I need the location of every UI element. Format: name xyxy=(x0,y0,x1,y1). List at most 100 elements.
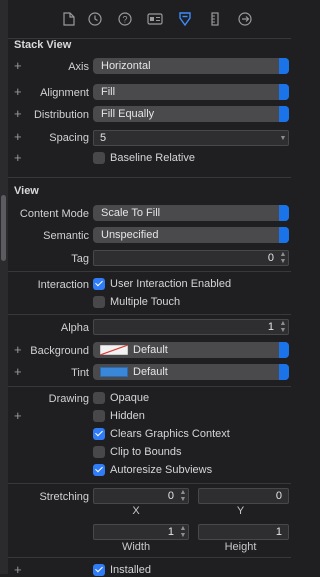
opaque-checkbox[interactable] xyxy=(93,392,105,404)
hidden-label: Hidden xyxy=(110,410,145,422)
spacing-value: 5 xyxy=(100,132,107,144)
axis-label: Axis xyxy=(68,61,89,73)
stepper-icon[interactable]: ▲ ▼ xyxy=(278,320,288,334)
history-icon[interactable] xyxy=(86,10,104,28)
stretching-x-value: 0 xyxy=(167,490,174,502)
tint-value: Default xyxy=(133,366,168,378)
stretching-y-field[interactable]: 0 xyxy=(198,488,289,504)
chevron-updown-icon xyxy=(279,58,289,74)
drawing-label: Drawing xyxy=(48,393,89,405)
semantic-label: Semantic xyxy=(43,230,89,242)
spacing-plus-button[interactable]: + xyxy=(14,130,22,143)
alignment-label: Alignment xyxy=(40,87,89,99)
stepper-icon[interactable]: ▲ ▼ xyxy=(178,489,188,503)
distribution-label: Distribution xyxy=(33,109,89,121)
installed-plus-button[interactable]: + xyxy=(14,563,22,576)
alignment-value: Fill xyxy=(101,86,116,98)
hidden-checkbox[interactable] xyxy=(93,410,105,422)
background-value: Default xyxy=(133,344,168,356)
chevron-updown-icon xyxy=(279,84,289,100)
connections-icon[interactable] xyxy=(236,10,254,28)
autoresize-label: Autoresize Subviews xyxy=(110,464,213,476)
tint-color-swatch xyxy=(100,367,128,377)
clears-graphics-label: Clears Graphics Context xyxy=(110,428,230,440)
spacing-combo[interactable]: 5 ▼ xyxy=(93,130,289,146)
multiple-touch-label: Multiple Touch xyxy=(110,296,181,308)
file-icon[interactable] xyxy=(60,10,78,28)
x-caption: X xyxy=(132,505,140,517)
drawing-plus-button[interactable]: + xyxy=(14,409,22,422)
tint-plus-button[interactable]: + xyxy=(14,365,22,378)
distribution-value: Fill Equally xyxy=(101,108,155,120)
stretching-width-field[interactable]: 1 ▲ ▼ xyxy=(93,524,189,540)
chevron-updown-icon xyxy=(279,205,289,221)
left-scrollbar[interactable] xyxy=(0,0,8,574)
distribution-popup[interactable]: Fill Equally xyxy=(93,106,289,122)
tag-label: Tag xyxy=(71,253,89,265)
content-mode-label: Content Mode xyxy=(19,208,89,220)
axis-popup[interactable]: Horizontal xyxy=(93,58,289,74)
axis-value: Horizontal xyxy=(101,60,151,72)
stepper-icon[interactable]: ▲ ▼ xyxy=(278,251,288,265)
divider xyxy=(8,271,291,272)
chevron-updown-icon xyxy=(279,106,289,122)
stretching-height-field[interactable]: 1 xyxy=(198,524,289,540)
view-section-title: View xyxy=(14,185,39,197)
axis-plus-button[interactable]: + xyxy=(14,59,22,72)
tint-label: Tint xyxy=(71,367,89,379)
divider xyxy=(8,557,291,558)
divider xyxy=(8,177,291,178)
interaction-label: Interaction xyxy=(37,279,89,291)
distribution-plus-button[interactable]: + xyxy=(14,107,22,120)
attributes-icon[interactable] xyxy=(176,10,194,28)
content-mode-value: Scale To Fill xyxy=(101,207,161,219)
background-plus-button[interactable]: + xyxy=(14,343,22,356)
installed-checkbox[interactable] xyxy=(93,564,105,576)
clears-graphics-checkbox[interactable] xyxy=(93,428,105,440)
divider xyxy=(8,314,291,315)
identity-icon[interactable] xyxy=(146,10,164,28)
width-caption: Width xyxy=(121,541,151,553)
user-interaction-checkbox[interactable] xyxy=(93,278,105,290)
baseline-relative-label: Baseline Relative xyxy=(110,152,195,164)
alignment-popup[interactable]: Fill xyxy=(93,84,289,100)
user-interaction-label: User Interaction Enabled xyxy=(110,278,232,290)
divider xyxy=(8,483,291,484)
stack-view-section-title: Stack View xyxy=(14,39,72,51)
alignment-plus-button[interactable]: + xyxy=(14,85,22,98)
y-caption: Y xyxy=(236,505,245,517)
height-caption: Height xyxy=(224,541,257,553)
alpha-label: Alpha xyxy=(60,322,89,334)
baseline-relative-checkbox[interactable] xyxy=(93,152,105,164)
stretching-label: Stretching xyxy=(39,491,89,503)
opaque-label: Opaque xyxy=(110,392,150,404)
autoresize-checkbox[interactable] xyxy=(93,464,105,476)
divider xyxy=(8,386,291,387)
semantic-popup[interactable]: Unspecified xyxy=(93,227,289,243)
installed-label: Installed xyxy=(110,564,151,576)
tag-value: 0 xyxy=(267,252,274,264)
baseline-plus-button[interactable]: + xyxy=(14,151,22,164)
scroll-thumb[interactable] xyxy=(1,195,6,261)
stretching-width-value: 1 xyxy=(167,526,174,538)
alpha-field[interactable]: 1 ▲ ▼ xyxy=(93,319,289,335)
multiple-touch-checkbox[interactable] xyxy=(93,296,105,308)
clip-to-bounds-checkbox[interactable] xyxy=(93,446,105,458)
tag-field[interactable]: 0 ▲ ▼ xyxy=(93,250,289,266)
spacing-label: Spacing xyxy=(49,132,89,144)
default-color-swatch xyxy=(100,345,128,355)
inspector-tab-bar: ? xyxy=(8,0,291,39)
stretching-height-value: 1 xyxy=(275,526,282,538)
tint-color-popup[interactable]: Default xyxy=(93,364,289,380)
ruler-icon[interactable] xyxy=(206,10,224,28)
help-icon[interactable]: ? xyxy=(116,10,134,28)
stretching-x-field[interactable]: 0 ▲ ▼ xyxy=(93,488,189,504)
chevron-updown-icon xyxy=(279,342,289,358)
content-mode-popup[interactable]: Scale To Fill xyxy=(93,205,289,221)
svg-text:?: ? xyxy=(122,15,127,25)
chevron-down-icon: ▼ xyxy=(279,135,287,142)
background-label: Background xyxy=(30,345,89,357)
stepper-icon[interactable]: ▲ ▼ xyxy=(178,525,188,539)
clip-to-bounds-label: Clip to Bounds xyxy=(110,446,182,458)
background-color-popup[interactable]: Default xyxy=(93,342,289,358)
